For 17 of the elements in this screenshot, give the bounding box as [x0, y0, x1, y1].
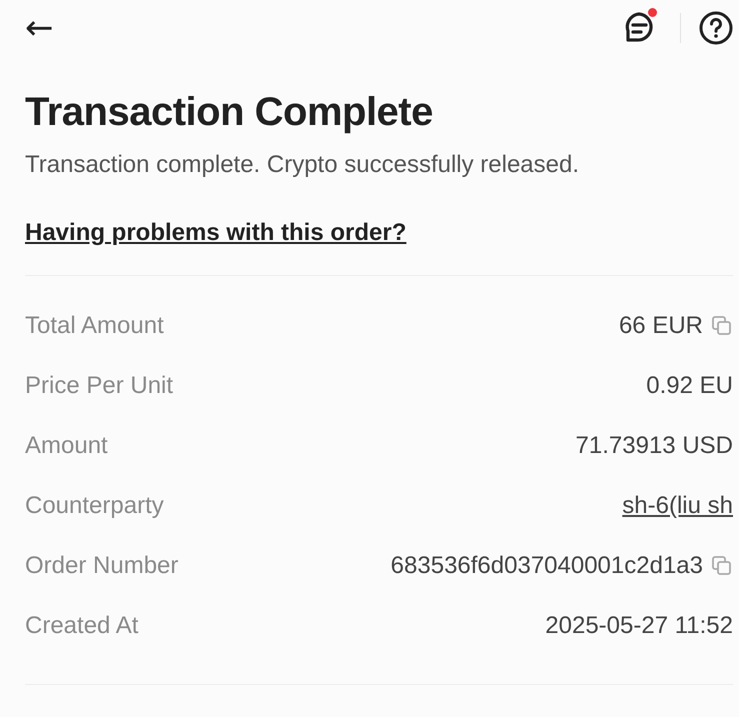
help-icon[interactable] [699, 11, 733, 45]
counterparty-link[interactable]: sh-6(liu sh [622, 492, 733, 520]
detail-value: 71.73913 USD [576, 432, 733, 460]
back-button[interactable]: ← [25, 11, 54, 45]
detail-value: 683536f6d037040001c2d1a3 [390, 552, 703, 580]
page-title: Transaction Complete [25, 90, 434, 135]
detail-value: 0.92 EU [646, 372, 733, 400]
detail-label: Counterparty [25, 492, 164, 520]
detail-label: Amount [25, 432, 108, 460]
help-link[interactable]: Having problems with this order? [25, 219, 406, 247]
detail-value: 2025-05-27 11:52 [545, 612, 733, 640]
detail-label: Price Per Unit [25, 372, 174, 400]
detail-value: 66 EUR [618, 312, 703, 340]
status-message: Transaction complete. Crypto successfully released. [25, 151, 580, 179]
detail-label: Created At [25, 612, 138, 640]
detail-label: Order Number [25, 552, 178, 580]
detail-label: Total Amount [25, 312, 164, 340]
